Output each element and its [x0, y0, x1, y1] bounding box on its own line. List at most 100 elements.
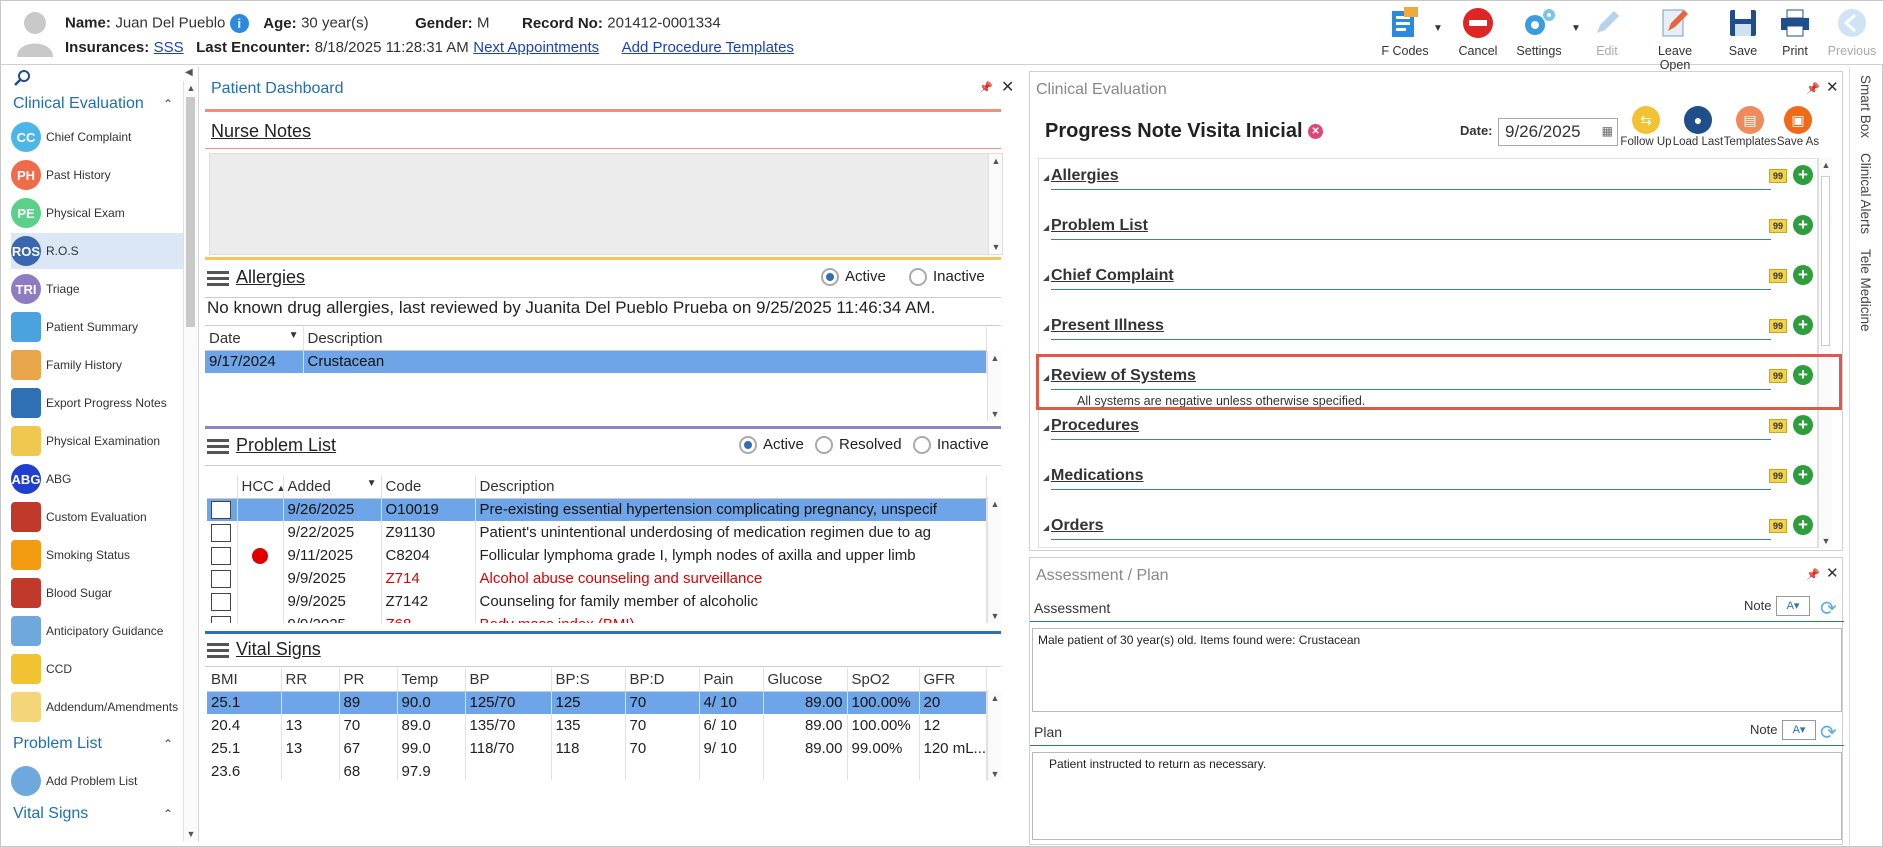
- table-row[interactable]: 9/9/2025Z68Body mass index (BMI): [207, 613, 987, 623]
- col-temp[interactable]: Temp: [397, 668, 466, 692]
- cancel-button[interactable]: Cancel: [1453, 5, 1503, 58]
- add-icon[interactable]: +: [1793, 415, 1813, 435]
- nav-scrollbar[interactable]: ▲ ▼: [183, 81, 197, 841]
- nav-item-past-history[interactable]: PH Past History: [11, 157, 187, 193]
- row-checkbox[interactable]: [211, 569, 231, 588]
- col-rr[interactable]: RR: [281, 668, 340, 692]
- quote-icon[interactable]: 99: [1769, 169, 1787, 183]
- expand-triangle-icon[interactable]: ◢: [1043, 473, 1049, 482]
- menu-icon[interactable]: [207, 643, 229, 659]
- section-title-procedures[interactable]: Procedures: [1051, 417, 1139, 435]
- clinical-sections-scrollbar[interactable]: ▲ ▼: [1818, 158, 1832, 548]
- problem-list-title[interactable]: Problem List: [236, 435, 336, 456]
- table-row[interactable]: 25.1 89 90.0 125/70 125 70 4/ 10 89.00 100.00% 20: [207, 691, 987, 714]
- table-row[interactable]: 23.6 68 97.9: [207, 760, 987, 780]
- quote-icon[interactable]: 99: [1769, 319, 1787, 333]
- add-icon[interactable]: +: [1793, 215, 1813, 235]
- col-bp-d[interactable]: BP:D: [625, 668, 700, 692]
- chevron-up-icon[interactable]: ⌃: [163, 807, 173, 821]
- add-icon[interactable]: +: [1793, 465, 1813, 485]
- table-row[interactable]: 9/22/2025 Z91130 Patient's unintentional u…: [207, 521, 987, 544]
- save-as-button[interactable]: ▣ Save As: [1770, 106, 1826, 148]
- allergies-inactive-radio[interactable]: Inactive: [909, 268, 985, 287]
- nav-item-patient-summary[interactable]: Patient Summary: [11, 309, 187, 345]
- table-row[interactable]: 9/9/2025 Z7142 Counseling for family membe…: [207, 590, 987, 613]
- col-date[interactable]: Date ▼: [205, 327, 304, 351]
- nav-item-r-o-s[interactable]: ROS R.O.S: [11, 233, 187, 269]
- section-title-orders[interactable]: Orders: [1051, 517, 1103, 535]
- nav-item-physical-exam[interactable]: PE Physical Exam: [11, 195, 187, 231]
- problem-inactive-radio[interactable]: Inactive: [913, 436, 989, 455]
- allergies-title[interactable]: Allergies: [236, 267, 305, 288]
- nav-item-add-problem-list[interactable]: Add Problem List: [11, 763, 187, 799]
- row-checkbox[interactable]: [211, 523, 231, 542]
- tab-smart-box[interactable]: Smart Box: [1858, 75, 1873, 138]
- col-description[interactable]: Description: [475, 475, 987, 499]
- col-description[interactable]: Description: [303, 327, 987, 351]
- refresh-icon[interactable]: ⟳: [1820, 596, 1837, 621]
- section-title-problem-list[interactable]: Problem List: [1051, 217, 1148, 235]
- table-row[interactable]: 9/17/2024 Crustacean: [205, 350, 987, 373]
- refresh-icon[interactable]: ⟳: [1820, 720, 1837, 745]
- pin-icon[interactable]: 📌: [1806, 82, 1820, 95]
- edit-button[interactable]: Edit: [1587, 5, 1627, 58]
- problem-resolved-radio[interactable]: Resolved: [815, 436, 902, 455]
- note-format-dropdown[interactable]: A▾: [1782, 720, 1816, 740]
- remove-note-icon[interactable]: ✕: [1308, 124, 1324, 139]
- info-icon[interactable]: i: [229, 14, 249, 33]
- allergies-active-radio[interactable]: Active: [821, 268, 886, 287]
- section-title-allergies[interactable]: Allergies: [1051, 167, 1119, 185]
- collapse-nav-icon[interactable]: ◀: [185, 67, 193, 78]
- vital-signs-scrollbar[interactable]: ▲ ▼: [987, 691, 1001, 781]
- add-icon[interactable]: +: [1793, 265, 1813, 285]
- date-input[interactable]: 9/26/2025 ▦: [1498, 118, 1618, 146]
- chevron-up-icon[interactable]: ⌃: [163, 97, 173, 111]
- col-code[interactable]: Code: [381, 475, 476, 499]
- tab-clinical-alerts[interactable]: Clinical Alerts: [1858, 153, 1873, 234]
- expand-triangle-icon[interactable]: ◢: [1043, 273, 1049, 282]
- nav-item-ccd[interactable]: CCD: [11, 651, 187, 687]
- add-icon[interactable]: +: [1793, 165, 1813, 185]
- col-bp-s[interactable]: BP:S: [551, 668, 626, 692]
- table-row[interactable]: 9/26/2025 O10019 Pre-existing essential hy…: [207, 498, 987, 521]
- table-row[interactable]: 9/9/2025 Z714 Alcohol abuse counseling and…: [207, 567, 987, 590]
- expand-triangle-icon[interactable]: ◢: [1043, 523, 1049, 532]
- fcodes-dropdown-icon[interactable]: ▼: [1433, 23, 1443, 34]
- allergies-scrollbar[interactable]: ▲ ▼: [987, 351, 1001, 421]
- settings-button[interactable]: Settings: [1511, 5, 1567, 58]
- nurse-notes-title[interactable]: Nurse Notes: [211, 121, 311, 142]
- nav-item-triage[interactable]: TRI Triage: [11, 271, 187, 307]
- row-checkbox[interactable]: [211, 546, 231, 565]
- nav-item-abg[interactable]: ABG ABG: [11, 461, 187, 497]
- insurance-link[interactable]: SSS: [154, 39, 184, 56]
- print-button[interactable]: Print: [1775, 5, 1815, 58]
- expand-triangle-icon[interactable]: ◢: [1043, 173, 1049, 182]
- nav-item-chief-complaint[interactable]: CC Chief Complaint: [11, 119, 187, 155]
- previous-button[interactable]: Previous: [1827, 5, 1877, 58]
- section-clinical-evaluation[interactable]: Clinical Evaluation: [13, 95, 144, 113]
- settings-dropdown-icon[interactable]: ▼: [1571, 23, 1581, 34]
- col-added[interactable]: Added ▼: [283, 475, 382, 499]
- problem-active-radio[interactable]: Active: [739, 436, 804, 455]
- section-problem-list[interactable]: Problem List: [13, 735, 102, 753]
- expand-triangle-icon[interactable]: ◢: [1043, 423, 1049, 432]
- nav-item-physical-examination[interactable]: Physical Examination: [11, 423, 187, 459]
- nurse-notes-textarea[interactable]: ▲ ▼: [209, 153, 1003, 255]
- fcodes-button[interactable]: F Codes: [1381, 5, 1429, 58]
- row-checkbox[interactable]: [211, 615, 231, 623]
- close-icon[interactable]: ✕: [1826, 78, 1839, 96]
- nav-item-export-progress-notes[interactable]: Export Progress Notes: [11, 385, 187, 421]
- save-button[interactable]: Save: [1723, 5, 1763, 58]
- quote-icon[interactable]: 99: [1769, 269, 1787, 283]
- table-row[interactable]: 25.1 13 67 99.0 118/70 118 70 9/ 10 89.00 99.00% 1…: [207, 737, 987, 760]
- plan-textarea[interactable]: Patient instructed to return as necessar…: [1032, 752, 1842, 840]
- nav-item-custom-evaluation[interactable]: Custom Evaluation: [11, 499, 187, 535]
- add-procedure-templates-link[interactable]: Add Procedure Templates: [622, 39, 794, 56]
- col-pain[interactable]: Pain: [699, 668, 764, 692]
- calendar-icon[interactable]: ▦: [1602, 124, 1613, 138]
- table-row[interactable]: 20.4 13 70 89.0 135/70 135 70 6/ 10 89.00 100.00%…: [207, 714, 987, 737]
- row-checkbox[interactable]: [211, 592, 231, 611]
- leave-open-button[interactable]: Leave Open: [1641, 5, 1709, 72]
- col-pr[interactable]: PR: [339, 668, 398, 692]
- section-vital-signs[interactable]: Vital Signs: [13, 805, 88, 823]
